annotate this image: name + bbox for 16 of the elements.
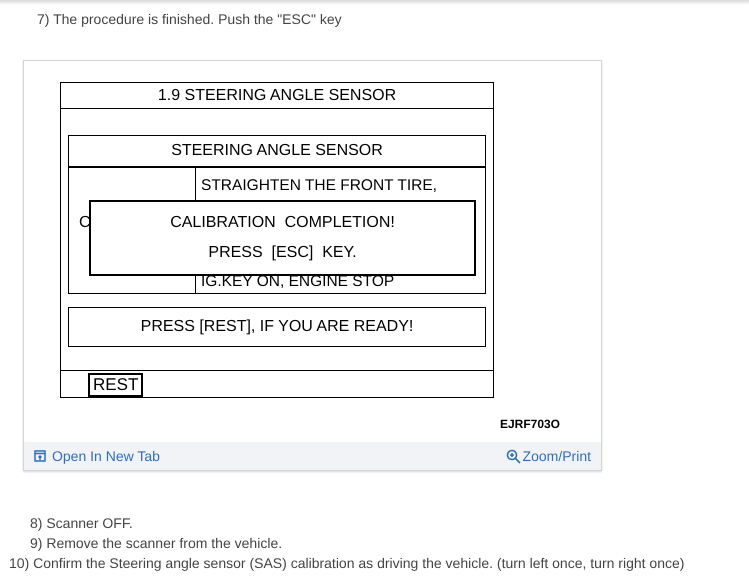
prompt-bar: PRESS [REST], IF YOU ARE READY! bbox=[68, 307, 486, 347]
popup-text: PRESS [ESC] KEY. bbox=[208, 244, 357, 262]
panel-header: STEERING ANGLE SENSOR bbox=[69, 136, 485, 168]
step-text: 7) The procedure is finished. Push the "ESC" key bbox=[37, 10, 343, 29]
instruction-text: STRAIGHTEN THE FRONT TIRE, bbox=[201, 177, 438, 195]
new-tab-icon bbox=[34, 450, 46, 462]
step-text: 8) Scanner OFF. bbox=[30, 514, 134, 533]
rest-key[interactable]: REST bbox=[88, 373, 144, 397]
figure-code: EJRF703O bbox=[500, 416, 560, 433]
popup-text: CALIBRATION COMPLETION! bbox=[170, 214, 395, 232]
zoom-link[interactable]: Zoom/Print bbox=[506, 446, 591, 466]
zoom-icon bbox=[506, 448, 521, 464]
screen-title: 1.9 STEERING ANGLE SENSOR bbox=[61, 83, 493, 109]
step-text: 10) Confirm the Steering angle sensor (SAS) calibration as driving the vehicle. (turn left once, turn right once) bbox=[9, 554, 686, 573]
open-tab-link[interactable]: Open In New Tab bbox=[34, 446, 160, 466]
step-text: 9) Remove the scanner from the vehicle. bbox=[30, 534, 284, 553]
